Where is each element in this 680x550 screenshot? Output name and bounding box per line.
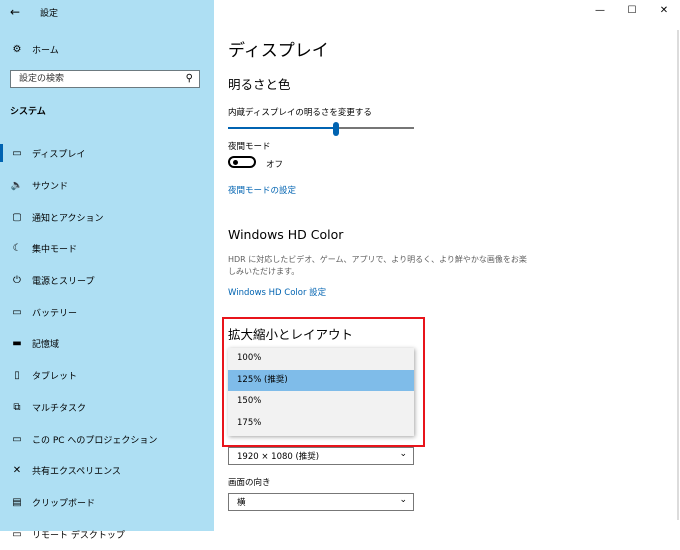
multitask-icon: ⧉ (13, 401, 21, 413)
window-controls: — ☐ ✕ (584, 0, 680, 22)
sidebar-item-label: リモート デスクトップ (32, 530, 125, 541)
sidebar-item[interactable]: ▢ 通知とアクション (0, 201, 214, 233)
sidebar-item-label: バッテリー (32, 308, 78, 319)
tablet-icon: ▯ (14, 370, 20, 382)
sidebar-item-label: 集中モード (32, 245, 78, 256)
slider-fill (228, 127, 336, 129)
back-arrow-icon[interactable]: ← (6, 3, 24, 21)
share-icon: ✕ (12, 465, 22, 477)
sidebar-item-label: 記憶域 (32, 340, 60, 351)
sidebar-item-label: クリップボード (32, 498, 96, 509)
projection-icon: ▭ (12, 433, 22, 445)
main-panel: — ☐ ✕ ディスプレイ 明るさと色 内蔵ディスプレイの明るさを変更する 夜間モ… (214, 0, 680, 531)
night-light-label: 夜間モード (228, 142, 271, 152)
sidebar-item-label: 電源とスリープ (32, 277, 95, 288)
slider-thumb[interactable] (332, 122, 339, 136)
gear-icon: ⚙ (12, 43, 22, 55)
sidebar-item[interactable]: ▬ 記憶域 (0, 328, 214, 360)
sidebar-item[interactable]: ▭ バッテリー (0, 296, 214, 328)
sidebar-nav: ▭ ディスプレイ 🔈 サウンド ▢ 通知とアクション ☾ 集中モード ⏻ 電源とスリープ ▭ バッテリ… (0, 138, 214, 550)
home-label: ホーム (32, 45, 59, 56)
brightness-slider[interactable] (228, 122, 414, 136)
home-link[interactable]: ⚙ ホーム (10, 40, 59, 58)
search-icon[interactable]: ⚲ (186, 73, 193, 84)
orientation-dropdown[interactable]: 横 ⌄ (228, 493, 414, 511)
sidebar-item-label: 共有エクスペリエンス (32, 467, 121, 478)
sidebar-item[interactable]: ▭ ディスプレイ (0, 138, 214, 170)
night-light-settings-link[interactable]: 夜間モードの設定 (228, 184, 296, 196)
hdr-heading: Windows HD Color (228, 227, 344, 242)
message-icon: ▢ (12, 211, 22, 223)
sidebar-item[interactable]: ⧉ マルチタスク (0, 392, 214, 424)
search-box[interactable]: ⚲ (10, 70, 200, 88)
night-light-toggle[interactable] (228, 156, 256, 168)
power-icon: ⏻ (13, 275, 21, 287)
battery-icon: ▭ (12, 306, 22, 318)
hdr-description: HDR に対応したビデオ、ゲーム、アプリで、より明るく、より鮮やかな画像をお楽し… (228, 255, 527, 276)
chevron-down-icon: ⌄ (399, 495, 407, 505)
sidebar: ← 設定 ⚙ ホーム ⚲ システム ▭ ディスプレイ 🔈 サウンド ▢ 通知とアクション ☾… (0, 0, 214, 541)
scrollbar[interactable] (677, 30, 679, 520)
sidebar-item-label: ディスプレイ (32, 150, 86, 161)
title-bar: ← 設定 (0, 0, 214, 24)
sidebar-item-label: マルチタスク (32, 403, 87, 414)
minimize-icon[interactable]: — (584, 0, 616, 22)
orientation-value: 横 (237, 498, 246, 508)
sidebar-item[interactable]: ▤ クリップボード (0, 487, 214, 519)
sidebar-item[interactable]: ▭ この PC へのプロジェクション (0, 423, 214, 455)
storage-icon: ▬ (12, 338, 22, 350)
brightness-label: 内蔵ディスプレイの明るさを変更する (228, 108, 372, 118)
monitor-icon: ▭ (12, 148, 22, 160)
close-icon[interactable]: ✕ (648, 0, 680, 22)
night-light-state: オフ (266, 160, 284, 170)
brightness-heading: 明るさと色 (228, 77, 291, 92)
sidebar-item[interactable]: ☾ 集中モード (0, 233, 214, 265)
sidebar-item[interactable]: ✕ 共有エクスペリエンス (0, 455, 214, 487)
page-title: ディスプレイ (228, 41, 329, 61)
maximize-icon[interactable]: ☐ (616, 0, 648, 22)
toggle-knob (233, 160, 238, 165)
chevron-down-icon: ⌄ (399, 449, 407, 459)
sidebar-item[interactable]: ⏻ 電源とスリープ (0, 265, 214, 297)
clipboard-icon: ▤ (12, 496, 22, 508)
search-input[interactable] (11, 71, 179, 87)
app-title: 設定 (40, 9, 59, 19)
section-label: システム (10, 107, 46, 117)
sidebar-item[interactable]: 🔈 サウンド (0, 170, 214, 202)
remote-desktop-icon: ▭ (12, 528, 22, 540)
sidebar-item-label: この PC へのプロジェクション (32, 435, 158, 446)
resolution-value: 1920 × 1080 (推奨) (237, 452, 320, 462)
orientation-label: 画面の向き (228, 478, 271, 488)
highlight-frame (222, 317, 425, 447)
sidebar-item-label: サウンド (32, 182, 69, 193)
hdr-settings-link[interactable]: Windows HD Color 設定 (228, 286, 326, 298)
speaker-icon: 🔈 (10, 180, 24, 192)
sidebar-item-label: 通知とアクション (32, 213, 104, 224)
moon-icon: ☾ (12, 243, 22, 255)
sidebar-item[interactable]: ▯ タブレット (0, 360, 214, 392)
sidebar-item[interactable]: ▭ リモート デスクトップ (0, 518, 214, 550)
resolution-dropdown[interactable]: 1920 × 1080 (推奨) ⌄ (228, 447, 414, 465)
sidebar-item-label: タブレット (32, 372, 78, 383)
